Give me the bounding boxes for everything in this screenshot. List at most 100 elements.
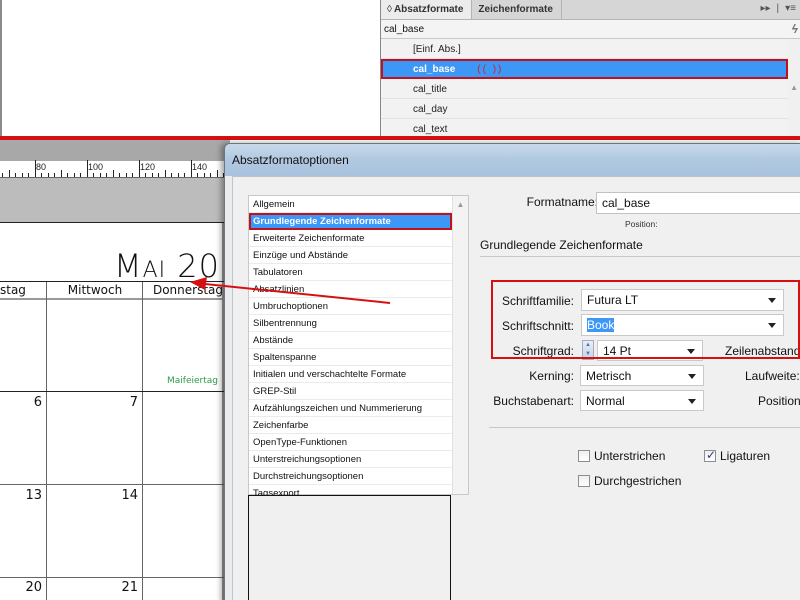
annotation-divider-line (0, 136, 800, 140)
position-label: Position: (625, 219, 658, 229)
category-scrollbar[interactable]: ▲ (452, 196, 468, 494)
title-year: 20 (177, 247, 220, 285)
ruler-label: 140 (192, 162, 208, 172)
dialog-body: ▲ Allgemein Grundlegende Zeichenformate Er… (232, 176, 800, 600)
pasteboard (0, 178, 230, 223)
font-size-stepper[interactable]: ▲ ▼ (582, 340, 594, 360)
ruler-label: 80 (36, 162, 47, 172)
category-item[interactable]: Initialen und verschachtelte Formate (249, 366, 452, 383)
category-item[interactable]: OpenType-Funktionen (249, 434, 452, 451)
checkbox-label: Ligaturen (720, 449, 771, 463)
calendar-column-header: stag (0, 283, 26, 297)
style-item-label: cal_base (413, 64, 456, 75)
collapse-icon[interactable]: ▸▸ (760, 3, 770, 14)
checkbox-box[interactable]: ✓ (704, 448, 716, 462)
checkbox-box[interactable] (578, 450, 590, 462)
checkbox-box[interactable] (578, 475, 590, 487)
section-separator (489, 427, 800, 428)
font-size-label: Schriftgrad: (512, 344, 574, 358)
quick-apply-icon[interactable]: ϟ (792, 22, 798, 36)
ruler-tick (73, 173, 75, 177)
font-family-label: Schriftfamilie: (501, 294, 574, 308)
current-style-label: cal_base (384, 24, 425, 35)
paragraph-style-options-dialog: Absatzformatoptionen ▲ Allgemein Grundleg… (224, 143, 800, 600)
select-value: Book (587, 318, 615, 332)
ruler-tick (41, 173, 42, 177)
underline-checkbox[interactable]: Unterstrichen (578, 449, 665, 463)
category-item[interactable]: Erweiterte Zeichenformate (249, 230, 452, 247)
category-item[interactable]: Zeichenfarbe (249, 417, 452, 434)
calendar-day-number: 14 (121, 488, 138, 503)
scroll-up-icon[interactable]: ▲ (790, 83, 798, 92)
strikethrough-checkbox[interactable]: Durchgestrichen (578, 474, 681, 488)
category-item[interactable]: Grundlegende Zeichenformate (249, 213, 452, 230)
category-item[interactable]: Tabulatoren (249, 264, 452, 281)
label-text: Formatname: (526, 195, 598, 209)
kerning-select[interactable]: Metrisch (580, 365, 704, 386)
ruler-tick (47, 173, 49, 177)
category-item[interactable]: Umbruchoptionen (249, 298, 452, 315)
ruler-tick (106, 173, 107, 177)
calendar-header-rule (0, 298, 224, 300)
format-name-input[interactable]: cal_base (596, 192, 800, 214)
style-item-cal-day[interactable]: cal_day (381, 99, 788, 119)
ruler-tick (99, 173, 101, 177)
category-item[interactable]: Aufzählungszeichen und Nummerierung (249, 400, 452, 417)
click-indicator-icon: (( )) (477, 64, 504, 75)
category-item[interactable]: Einzüge und Abstände (249, 247, 452, 264)
category-item[interactable]: Abstände (249, 332, 452, 349)
category-item[interactable]: Spaltenspanne (249, 349, 452, 366)
style-list: [Einf. Abs.] cal_base (( )) cal_title cal… (381, 39, 800, 139)
category-item[interactable]: Allgemein (249, 196, 452, 213)
tracking-label: Laufweite: (745, 369, 800, 383)
tab-absatzformate[interactable]: ◊ Absatzformate (381, 0, 473, 19)
calendar-day-number: 20 (25, 580, 42, 595)
style-item-label: cal_text (413, 124, 448, 135)
calendar-day-number: 6 (33, 395, 42, 410)
ruler-tick (158, 173, 159, 177)
font-family-select[interactable]: Futura LT (581, 289, 784, 311)
ruler-tick (60, 170, 62, 177)
calendar-row-divider (0, 577, 224, 578)
category-item[interactable]: Silbentrennung (249, 315, 452, 332)
category-item[interactable]: Absatzlinien (249, 281, 452, 298)
panel-menu-icon[interactable]: ▾≡ (785, 3, 796, 14)
current-style-name: cal_base ϟ (381, 20, 800, 39)
chevron-down-icon (687, 349, 695, 354)
ruler-tick (197, 173, 198, 177)
style-item-einf-abs[interactable]: [Einf. Abs.] (381, 39, 788, 59)
style-item-cal-title[interactable]: cal_title (381, 79, 788, 99)
checkbox-label: Durchgestrichen (594, 474, 682, 488)
ruler-tick (190, 160, 192, 177)
style-item-cal-base[interactable]: cal_base (( )) (381, 59, 788, 79)
case-select[interactable]: Normal (580, 390, 704, 411)
category-item[interactable]: GREP-Stil (249, 383, 452, 400)
category-item[interactable]: Durchstreichungsoptionen (249, 468, 452, 485)
stepper-down-icon[interactable]: ▼ (583, 350, 593, 359)
ruler-tick (54, 173, 55, 177)
ruler-label: 120 (140, 162, 156, 172)
scroll-up-icon[interactable]: ▲ (453, 200, 468, 209)
input-value: cal_base (602, 196, 651, 210)
font-style-label: Schriftschnitt: (501, 319, 574, 333)
document-tab-bar (0, 140, 230, 162)
ruler-tick (112, 170, 114, 177)
stepper-up-icon[interactable]: ▲ (583, 341, 593, 350)
ruler-tick (28, 173, 29, 177)
horizontal-ruler[interactable]: 80 100 120 140 (0, 160, 231, 178)
ligatures-checkbox[interactable]: ✓ Ligaturen (704, 448, 771, 463)
ruler-tick (119, 173, 120, 177)
category-item[interactable]: Unterstreichungsoptionen (249, 451, 452, 468)
title-rest: AI (142, 258, 167, 283)
tab-zeichenformate[interactable]: Zeichenformate (472, 0, 562, 19)
ruler-tick (184, 173, 185, 177)
font-style-select[interactable]: Book (581, 314, 784, 336)
dialog-titlebar[interactable]: Absatzformatoptionen (225, 144, 800, 176)
ruler-tick (151, 173, 153, 177)
ruler-tick (216, 170, 218, 177)
font-size-select[interactable]: 14 Pt (597, 340, 703, 361)
calendar-day-number: 21 (121, 580, 138, 595)
calendar-month-title: MAI 20 (114, 247, 220, 285)
holiday-label: Maifeiertag (167, 376, 218, 386)
select-value: 14 Pt (603, 344, 632, 358)
